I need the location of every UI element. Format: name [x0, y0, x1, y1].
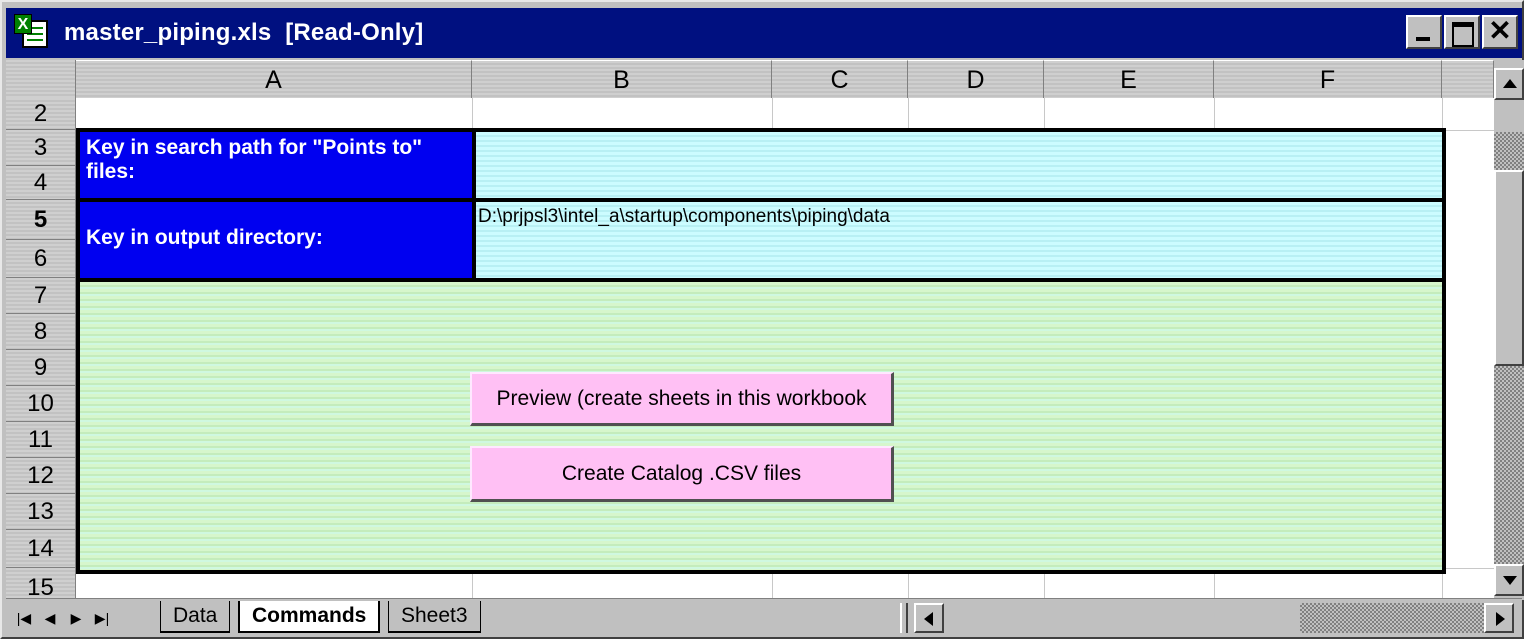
column-header-row: A B C D E F	[6, 60, 1494, 98]
sheet-tab-bar: |◀ ◀ ▶ ▶| Data Commands Sheet3	[6, 598, 1522, 636]
command-area	[76, 278, 1446, 574]
vertical-scroll-thumb[interactable]	[1494, 170, 1524, 366]
window-controls: ✕	[1406, 15, 1518, 49]
last-sheet-button[interactable]: ▶|	[90, 605, 114, 631]
window-title: master_piping.xls [Read-Only]	[64, 19, 424, 46]
row-header-2[interactable]: 2	[6, 98, 76, 130]
output-dir-input[interactable]: D:\prjpsl3\intel_a\startup\components\pi…	[472, 198, 1446, 282]
tab-data[interactable]: Data	[160, 601, 231, 633]
scroll-right-button[interactable]	[1484, 603, 1514, 633]
tab-commands[interactable]: Commands	[238, 601, 381, 633]
prev-sheet-button[interactable]: ◀	[38, 605, 62, 631]
row-header-12[interactable]: 12	[6, 458, 76, 494]
horizontal-scrollbar[interactable]	[914, 603, 1514, 633]
row-header-10[interactable]: 10	[6, 386, 76, 422]
minimize-button[interactable]	[1406, 15, 1442, 49]
scroll-left-button[interactable]	[914, 603, 944, 633]
preview-button[interactable]: Preview (create sheets in this workbook	[470, 372, 894, 426]
row-header-13[interactable]: 13	[6, 494, 76, 530]
excel-app-icon[interactable]: X	[14, 14, 52, 52]
row-header-3[interactable]: 3	[6, 130, 76, 166]
row-header-5[interactable]: 5	[6, 200, 76, 240]
column-header-f[interactable]: F	[1214, 60, 1442, 98]
horizontal-scroll-track[interactable]	[944, 603, 1484, 633]
create-csv-button[interactable]: Create Catalog .CSV files	[470, 446, 894, 502]
row-header-11[interactable]: 11	[6, 422, 76, 458]
column-header-e[interactable]: E	[1044, 60, 1214, 98]
row-header-4[interactable]: 4	[6, 166, 76, 200]
row-header-15[interactable]: 15	[6, 568, 76, 600]
row-header-14[interactable]: 14	[6, 530, 76, 568]
search-path-label: Key in search path for "Points to" files…	[76, 128, 476, 202]
search-path-input[interactable]	[472, 128, 1446, 202]
row-header-6[interactable]: 6	[6, 240, 76, 278]
first-sheet-button[interactable]: |◀	[12, 605, 36, 631]
column-header-g[interactable]	[1442, 60, 1494, 98]
column-header-b[interactable]: B	[472, 60, 772, 98]
select-all-corner[interactable]	[6, 60, 76, 98]
xl-badge: X	[14, 14, 32, 34]
column-header-c[interactable]: C	[772, 60, 908, 98]
row-header-9[interactable]: 9	[6, 350, 76, 386]
excel-window: X master_piping.xls [Read-Only] ✕ A B C …	[0, 0, 1524, 639]
row-header-7[interactable]: 7	[6, 278, 76, 314]
worksheet-grid[interactable]: A B C D E F 2 3 4 5 6 7 8 9 10 11 12 13 …	[6, 60, 1494, 600]
close-button[interactable]: ✕	[1482, 15, 1518, 49]
scroll-down-button[interactable]	[1494, 564, 1524, 596]
next-sheet-button[interactable]: ▶	[64, 605, 88, 631]
output-dir-label: Key in output directory:	[76, 198, 476, 282]
maximize-button[interactable]	[1444, 15, 1480, 49]
tab-split-handle[interactable]	[900, 603, 908, 633]
title-bar[interactable]: X master_piping.xls [Read-Only] ✕	[6, 8, 1522, 58]
row-header-8[interactable]: 8	[6, 314, 76, 350]
tab-sheet3[interactable]: Sheet3	[388, 601, 481, 633]
column-header-d[interactable]: D	[908, 60, 1044, 98]
column-header-a[interactable]: A	[76, 60, 472, 98]
vertical-scrollbar[interactable]	[1494, 60, 1524, 600]
horizontal-scroll-dither	[1300, 603, 1484, 633]
vertical-scroll-track[interactable]	[1494, 132, 1524, 564]
scroll-up-button[interactable]	[1494, 68, 1524, 100]
